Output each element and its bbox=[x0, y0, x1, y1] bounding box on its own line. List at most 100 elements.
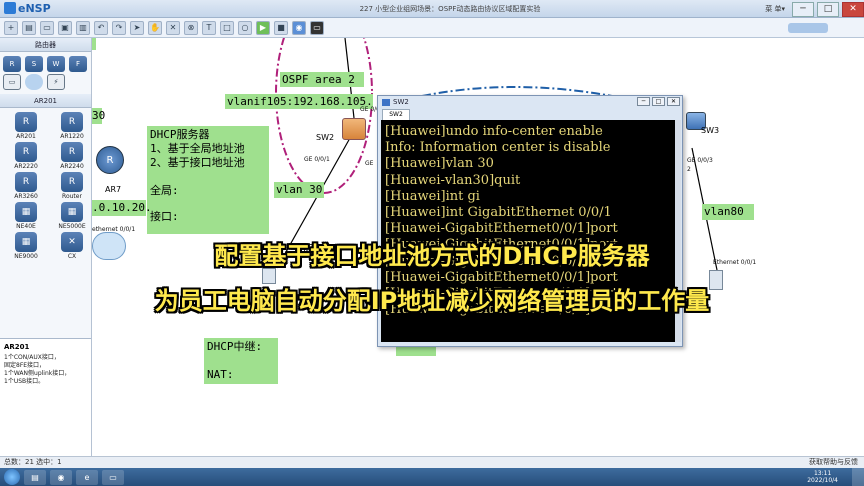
delete-icon[interactable]: ✕ bbox=[166, 20, 180, 35]
hand-icon[interactable]: ✋ bbox=[148, 20, 162, 35]
ip-fragment-note[interactable]: .0.10.20. bbox=[92, 200, 152, 216]
system-clock[interactable]: 13:11 2022/10/4 bbox=[807, 470, 838, 484]
new-file-icon[interactable]: ▤ bbox=[22, 20, 36, 35]
new-topology-icon[interactable]: + bbox=[4, 20, 18, 35]
router-icon: R bbox=[15, 142, 37, 162]
router-icon: ▦ bbox=[61, 202, 83, 222]
rectangle-icon[interactable]: □ bbox=[220, 20, 234, 35]
router-icon: R bbox=[15, 112, 37, 132]
note-fragment[interactable] bbox=[92, 38, 96, 50]
device-description: AR201 1个CON/AUX接口， 固定8FE接口， 1个WAN侧uplink… bbox=[0, 338, 91, 456]
caption-line-2: 为员工电脑自动分配IP地址减少网络管理员的工作量 bbox=[154, 287, 710, 315]
link-category-icon[interactable]: ⚡ bbox=[47, 74, 65, 90]
device-ne5000e[interactable]: ▦ NE5000E bbox=[52, 202, 92, 230]
port-label: ethernet 0/0/1 bbox=[92, 226, 136, 233]
redo-icon[interactable]: ↷ bbox=[112, 20, 126, 35]
text-icon[interactable]: T bbox=[202, 20, 216, 35]
undo-icon[interactable]: ↶ bbox=[94, 20, 108, 35]
device-ne40e[interactable]: ▦ NE40E bbox=[6, 202, 46, 230]
device-ar201[interactable]: R AR201 bbox=[6, 112, 46, 140]
help-feedback-link[interactable]: 获取帮助与反馈 bbox=[809, 457, 858, 468]
show-desktop-button[interactable] bbox=[852, 468, 864, 486]
port-label: GE 0/0/1 bbox=[304, 156, 330, 163]
device-category-grid: R S W F ▭ ⚡ bbox=[0, 52, 91, 94]
router-icon: R bbox=[61, 142, 83, 162]
status-count: 总数：21 选中：1 bbox=[4, 458, 62, 466]
switch-category-icon[interactable]: S bbox=[25, 56, 43, 72]
vlanif-note[interactable]: vlanif105:192.168.105. bbox=[225, 94, 373, 109]
console-line: [Huawei]undo info-center enable bbox=[385, 124, 603, 139]
ar7-label: AR7 bbox=[105, 185, 122, 194]
router-ar7-icon[interactable]: R bbox=[96, 146, 124, 174]
note-30-fragment[interactable]: 30 bbox=[92, 108, 105, 124]
console-line: [Huawei]int gi bbox=[385, 188, 480, 204]
vlan80-note[interactable]: vlan80 bbox=[702, 204, 754, 220]
console-line: [Huawei-GigabitEthernet0/0/1]port bbox=[385, 221, 618, 237]
close-button[interactable]: ✕ bbox=[842, 1, 864, 17]
save-icon[interactable]: ▣ bbox=[58, 20, 72, 35]
minimize-button[interactable]: ─ bbox=[792, 1, 814, 17]
console-line: Info: Information center is disable bbox=[385, 140, 611, 156]
menu-button[interactable]: 菜 单▾ bbox=[765, 4, 785, 14]
app-name: eNSP bbox=[18, 2, 51, 15]
description-line: 1个USB接口。 bbox=[4, 378, 45, 385]
router-icon: R bbox=[61, 172, 83, 192]
router-category-icon[interactable]: R bbox=[3, 56, 21, 72]
dhcp-relay-line: DHCP中继: bbox=[207, 340, 263, 353]
dhcp-server-note[interactable]: DHCP服务器 1、基于全局地址池 2、基于接口地址池 全局: 接口: bbox=[147, 126, 269, 234]
pc-category-icon[interactable]: ▭ bbox=[3, 74, 21, 90]
device-ar1220[interactable]: R AR1220 bbox=[52, 112, 92, 140]
toolbar: + ▤ ▭ ▣ ▥ ↶ ↷ ➤ ✋ ✕ ⊗ T □ ○ ▶ ■ ◉ ▭ bbox=[0, 18, 864, 38]
description-line: 固定8FE接口， bbox=[4, 362, 46, 369]
router-icon: R bbox=[15, 172, 37, 192]
port-label: GE bbox=[365, 160, 374, 167]
explorer-icon[interactable]: ▤ bbox=[24, 469, 46, 485]
start-all-icon[interactable]: ▶ bbox=[256, 20, 270, 35]
start-button[interactable] bbox=[4, 469, 20, 485]
delete-all-icon[interactable]: ⊗ bbox=[184, 20, 198, 35]
media-icon[interactable]: ◉ bbox=[50, 469, 72, 485]
dhcp-relay-note[interactable]: DHCP中继: NAT: bbox=[204, 338, 278, 384]
title-bar: eNSP 227 小型企业组网场景：OSPF动态路由协议区域配置实验 菜 单▾ … bbox=[0, 0, 864, 18]
cloud-category-icon[interactable] bbox=[25, 74, 43, 90]
caption-line-1: 配置基于接口地址池方式的DHCP服务器 bbox=[214, 242, 650, 270]
description-title: AR201 bbox=[4, 343, 30, 351]
terminal-taskbar-icon[interactable]: ▭ bbox=[102, 469, 124, 485]
ellipse-icon[interactable]: ○ bbox=[238, 20, 252, 35]
pointer-icon[interactable]: ➤ bbox=[130, 20, 144, 35]
device-ar2240[interactable]: R AR2240 bbox=[52, 142, 92, 170]
switch-sw2-icon[interactable] bbox=[342, 118, 366, 140]
device-router[interactable]: R Router bbox=[52, 172, 92, 200]
terminal-tab-sw2[interactable]: SW2 bbox=[382, 109, 410, 120]
ospf-area-note[interactable]: OSPF area 2 bbox=[280, 72, 364, 87]
windows-taskbar: ▤ ◉ e ▭ 13:11 2022/10/4 bbox=[0, 468, 864, 486]
device-ar3260[interactable]: R AR3260 bbox=[6, 172, 46, 200]
wlan-category-icon[interactable]: W bbox=[47, 56, 65, 72]
vlan30-note[interactable]: vlan 30 bbox=[274, 182, 324, 198]
clock-date: 2022/10/4 bbox=[807, 477, 838, 484]
description-line: 1个CON/AUX接口， bbox=[4, 354, 60, 361]
terminal-maximize-button[interactable]: □ bbox=[652, 97, 665, 106]
ensp-taskbar-icon[interactable]: e bbox=[76, 469, 98, 485]
open-folder-icon[interactable]: ▭ bbox=[40, 20, 54, 35]
router-section-title: 路由器 bbox=[0, 38, 91, 52]
device-ar2220[interactable]: R AR2220 bbox=[6, 142, 46, 170]
sw2-label: SW2 bbox=[316, 133, 335, 142]
port-label: 2 bbox=[687, 166, 691, 173]
print-icon[interactable]: ▥ bbox=[76, 20, 90, 35]
terminal-minimize-button[interactable]: ─ bbox=[637, 97, 650, 106]
firewall-category-icon[interactable]: F bbox=[69, 56, 87, 72]
capture-icon[interactable]: ◉ bbox=[292, 20, 306, 35]
console-line: [Huawei]int GigabitEthernet 0/0/1 bbox=[385, 205, 612, 221]
ar201-section-title: AR201 bbox=[0, 94, 91, 108]
dhcp-note-line: 1、基于全局地址池 bbox=[150, 142, 245, 155]
terminal-icon bbox=[382, 98, 390, 106]
terminal-icon[interactable]: ▭ bbox=[310, 20, 324, 35]
terminal-close-button[interactable]: ✕ bbox=[667, 97, 680, 106]
dhcp-note-global: 全局: bbox=[150, 184, 179, 197]
clock-time: 13:11 bbox=[813, 470, 832, 477]
dhcp-note-interface: 接口: bbox=[150, 210, 179, 223]
stop-all-icon[interactable]: ■ bbox=[274, 20, 288, 35]
maximize-button[interactable]: □ bbox=[817, 1, 839, 17]
console-line: [Huawei-vlan30]quit bbox=[385, 172, 521, 188]
